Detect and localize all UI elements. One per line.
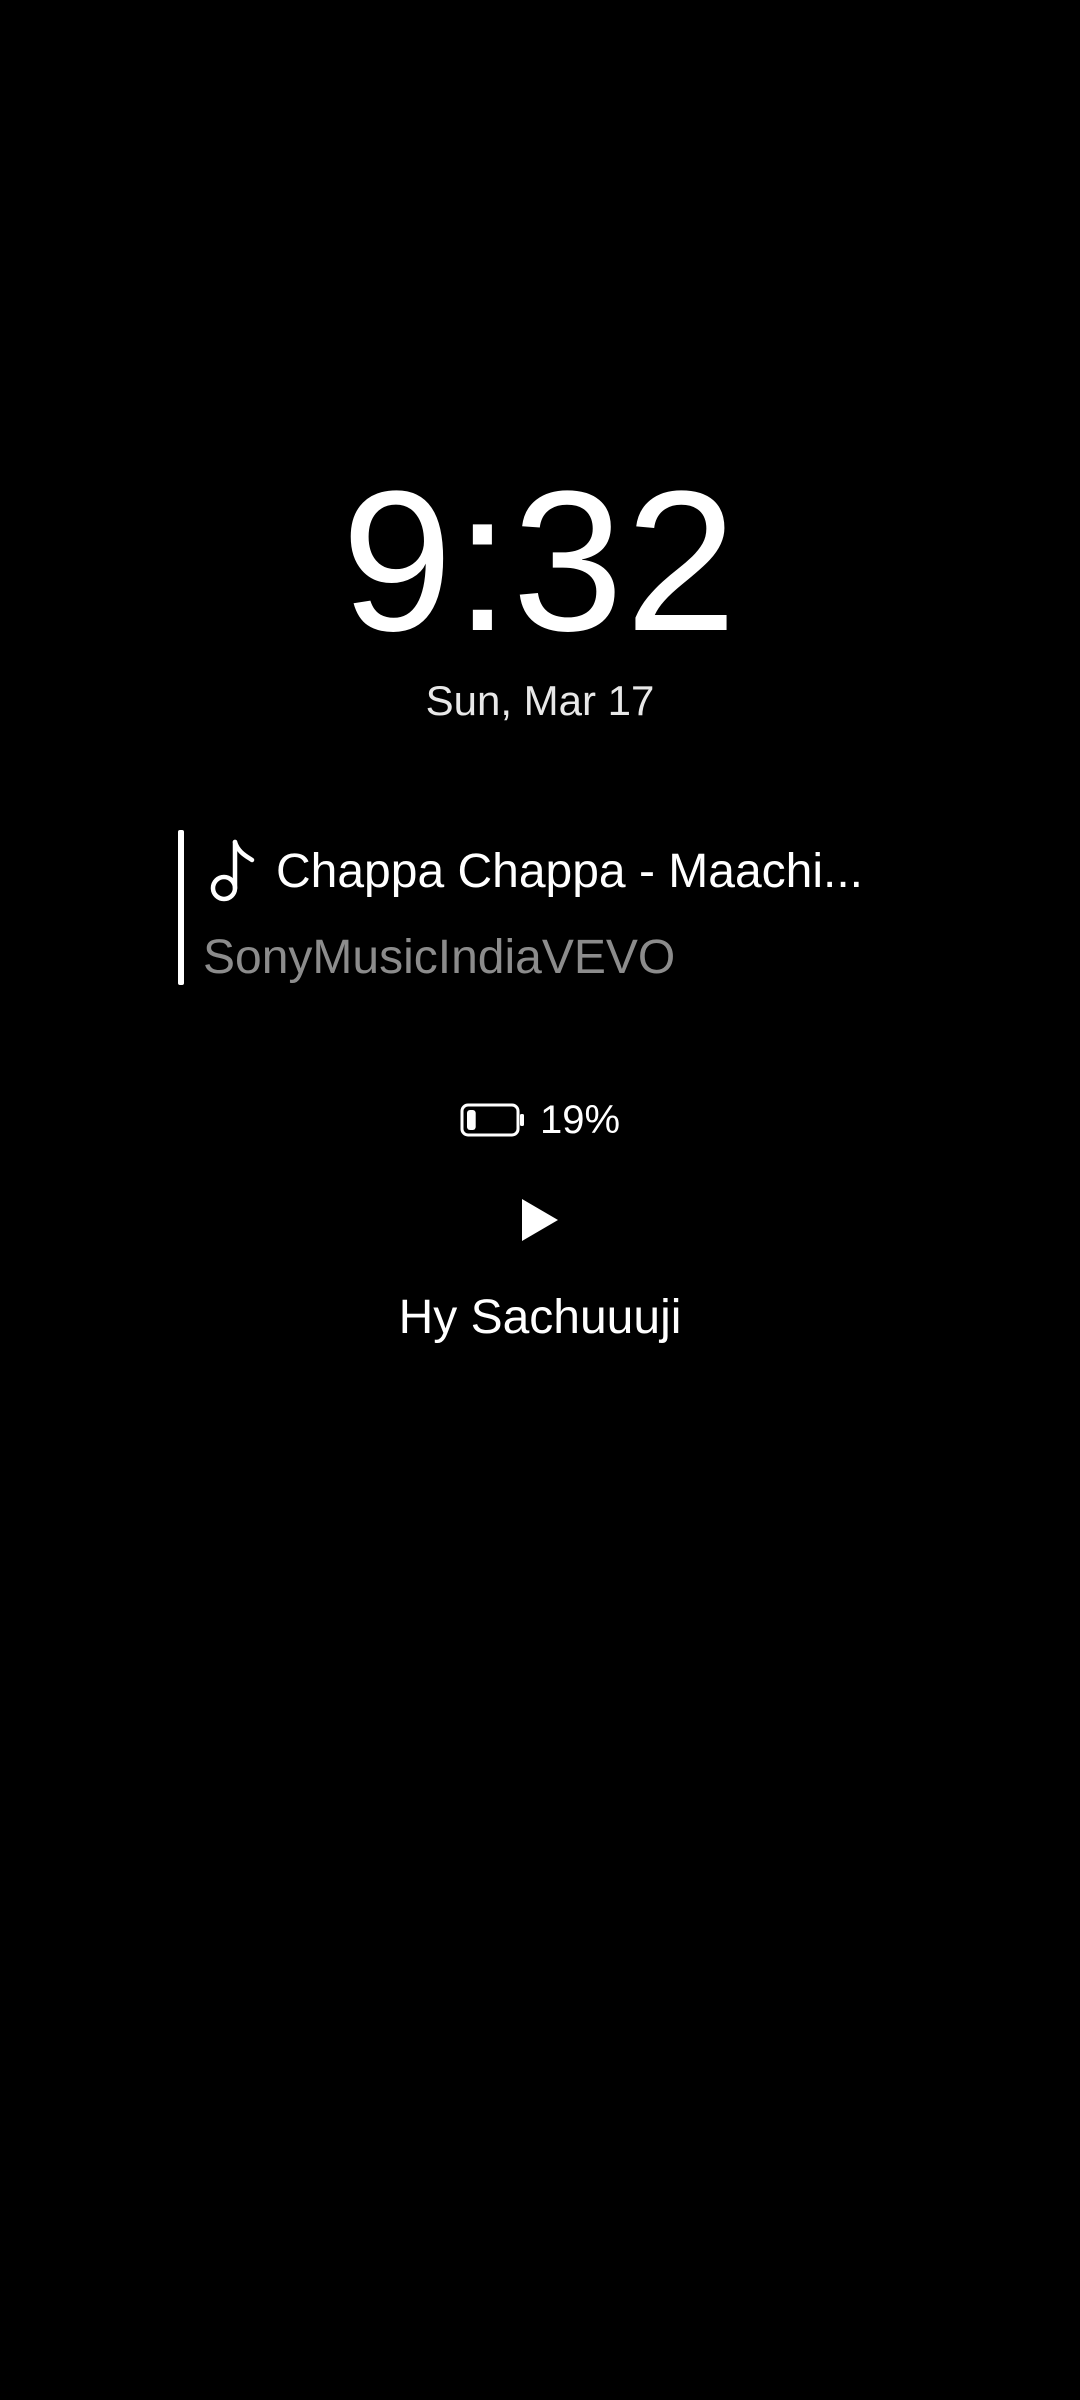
media-accent-bar <box>178 830 184 985</box>
battery-icon <box>460 1103 524 1137</box>
greeting-text: Hy Sachuuuji <box>398 1291 682 1344</box>
music-note-icon <box>210 839 255 902</box>
clock-time: 9:32 <box>341 450 739 673</box>
media-artist: SonyMusicIndiaVEVO <box>203 931 676 984</box>
battery-status: 19% <box>0 1090 1080 1150</box>
media-title: Chappa Chappa - Maachi... <box>276 845 864 898</box>
play-button[interactable] <box>510 1190 570 1250</box>
battery-percent-label: 19% <box>539 1098 621 1142</box>
battery-level-fill <box>466 1110 476 1130</box>
clock-date: Sun, Mar 17 <box>425 677 655 724</box>
play-icon <box>522 1199 558 1241</box>
always-on-display: 9:32 Sun, Mar 17 Chappa Chappa - Maachi.… <box>0 0 1080 2400</box>
media-card[interactable]: Chappa Chappa - Maachi... SonyMusicIndia… <box>178 830 938 985</box>
